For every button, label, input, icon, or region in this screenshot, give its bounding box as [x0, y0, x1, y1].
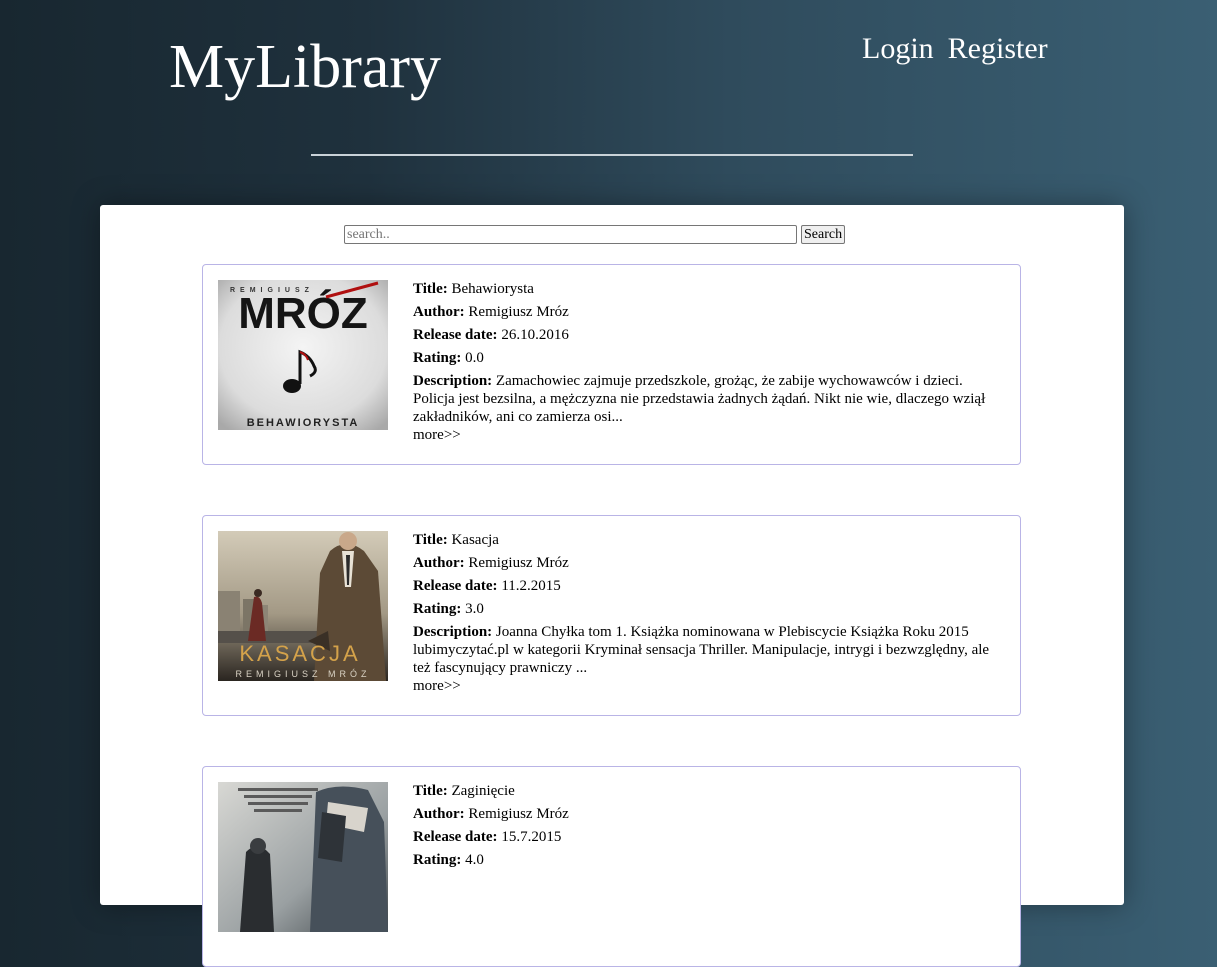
book-author: Remigiusz Mróz [468, 304, 569, 320]
book-title: Kasacja [451, 532, 499, 548]
book-release-row: Release date: 26.10.2016 [413, 327, 569, 343]
search-bar: Search [344, 225, 846, 244]
book-details: Title: Zaginięcie Author: Remigiusz Mróz… [413, 782, 1008, 874]
book-rating: 0.0 [465, 350, 484, 366]
book-cover-image[interactable] [218, 782, 388, 932]
cover-big-title: KASACJA [239, 641, 360, 666]
book-card: Title: Zaginięcie Author: Remigiusz Mróz… [202, 766, 1021, 967]
book-cover-zaginiecie [218, 782, 388, 932]
login-link[interactable]: Login [862, 34, 934, 64]
book-description: Joanna Chyłka tom 1. Książka nominowana … [413, 624, 990, 676]
auth-nav: Login Register [862, 34, 1048, 64]
book-description-row: Description: Joanna Chyłka tom 1. Książk… [413, 624, 990, 676]
book-rating: 4.0 [465, 852, 484, 868]
register-link[interactable]: Register [948, 34, 1048, 64]
more-link[interactable]: more>> [413, 677, 1008, 695]
book-author-row: Author: Remigiusz Mróz [413, 304, 569, 320]
cover-big-title: MRÓZ [238, 288, 368, 338]
book-cover-behawiorysta: REMIGIUSZ MRÓZ BEHAWIORYSTA [218, 280, 388, 430]
book-title: Zaginięcie [451, 783, 515, 799]
book-list-panel: Search REMIGIUSZ MRÓZ BEHAWIOR [100, 205, 1124, 967]
book-rating: 3.0 [465, 601, 484, 617]
book-description-row: Description: Zamachowiec zajmuje przedsz… [413, 373, 986, 425]
book-title-row: Title: Zaginięcie [413, 783, 515, 799]
book-release-row: Release date: 15.7.2015 [413, 829, 562, 845]
header-divider [311, 154, 913, 156]
book-title-row: Title: Kasacja [413, 532, 499, 548]
book-rating-row: Rating: 0.0 [413, 350, 484, 366]
site-logo[interactable]: MyLibrary [169, 36, 441, 98]
book-release-date: 15.7.2015 [501, 829, 562, 845]
book-author: Remigiusz Mróz [468, 555, 569, 571]
book-author-row: Author: Remigiusz Mróz [413, 555, 569, 571]
book-details: Title: Behawiorysta Author: Remigiusz Mr… [413, 280, 1008, 444]
book-cover-image[interactable]: REMIGIUSZ MRÓZ BEHAWIORYSTA [218, 280, 388, 430]
cover-bottom-title: BEHAWIORYSTA [247, 417, 360, 429]
book-cover-image[interactable]: KASACJA REMIGIUSZ MRÓZ [218, 531, 388, 681]
book-cover-kasacja: KASACJA REMIGIUSZ MRÓZ [218, 531, 388, 681]
book-card: KASACJA REMIGIUSZ MRÓZ Title: Kasacja Au… [202, 515, 1021, 716]
book-author: Remigiusz Mróz [468, 806, 569, 822]
search-button[interactable]: Search [801, 225, 846, 244]
book-rating-row: Rating: 4.0 [413, 852, 484, 868]
book-release-date: 11.2.2015 [501, 578, 561, 594]
book-description: Zamachowiec zajmuje przedszkole, grożąc,… [413, 373, 986, 425]
more-link[interactable]: more>> [413, 426, 1008, 444]
book-release-date: 26.10.2016 [501, 327, 569, 343]
book-rating-row: Rating: 3.0 [413, 601, 484, 617]
cover-bottom-title: REMIGIUSZ MRÓZ [236, 669, 371, 679]
search-input[interactable] [344, 225, 797, 244]
book-title: Behawiorysta [451, 281, 534, 297]
book-details: Title: Kasacja Author: Remigiusz Mróz Re… [413, 531, 1008, 695]
book-title-row: Title: Behawiorysta [413, 281, 534, 297]
book-card: REMIGIUSZ MRÓZ BEHAWIORYSTA Title: Behaw… [202, 264, 1021, 465]
book-release-row: Release date: 11.2.2015 [413, 578, 561, 594]
book-author-row: Author: Remigiusz Mróz [413, 806, 569, 822]
